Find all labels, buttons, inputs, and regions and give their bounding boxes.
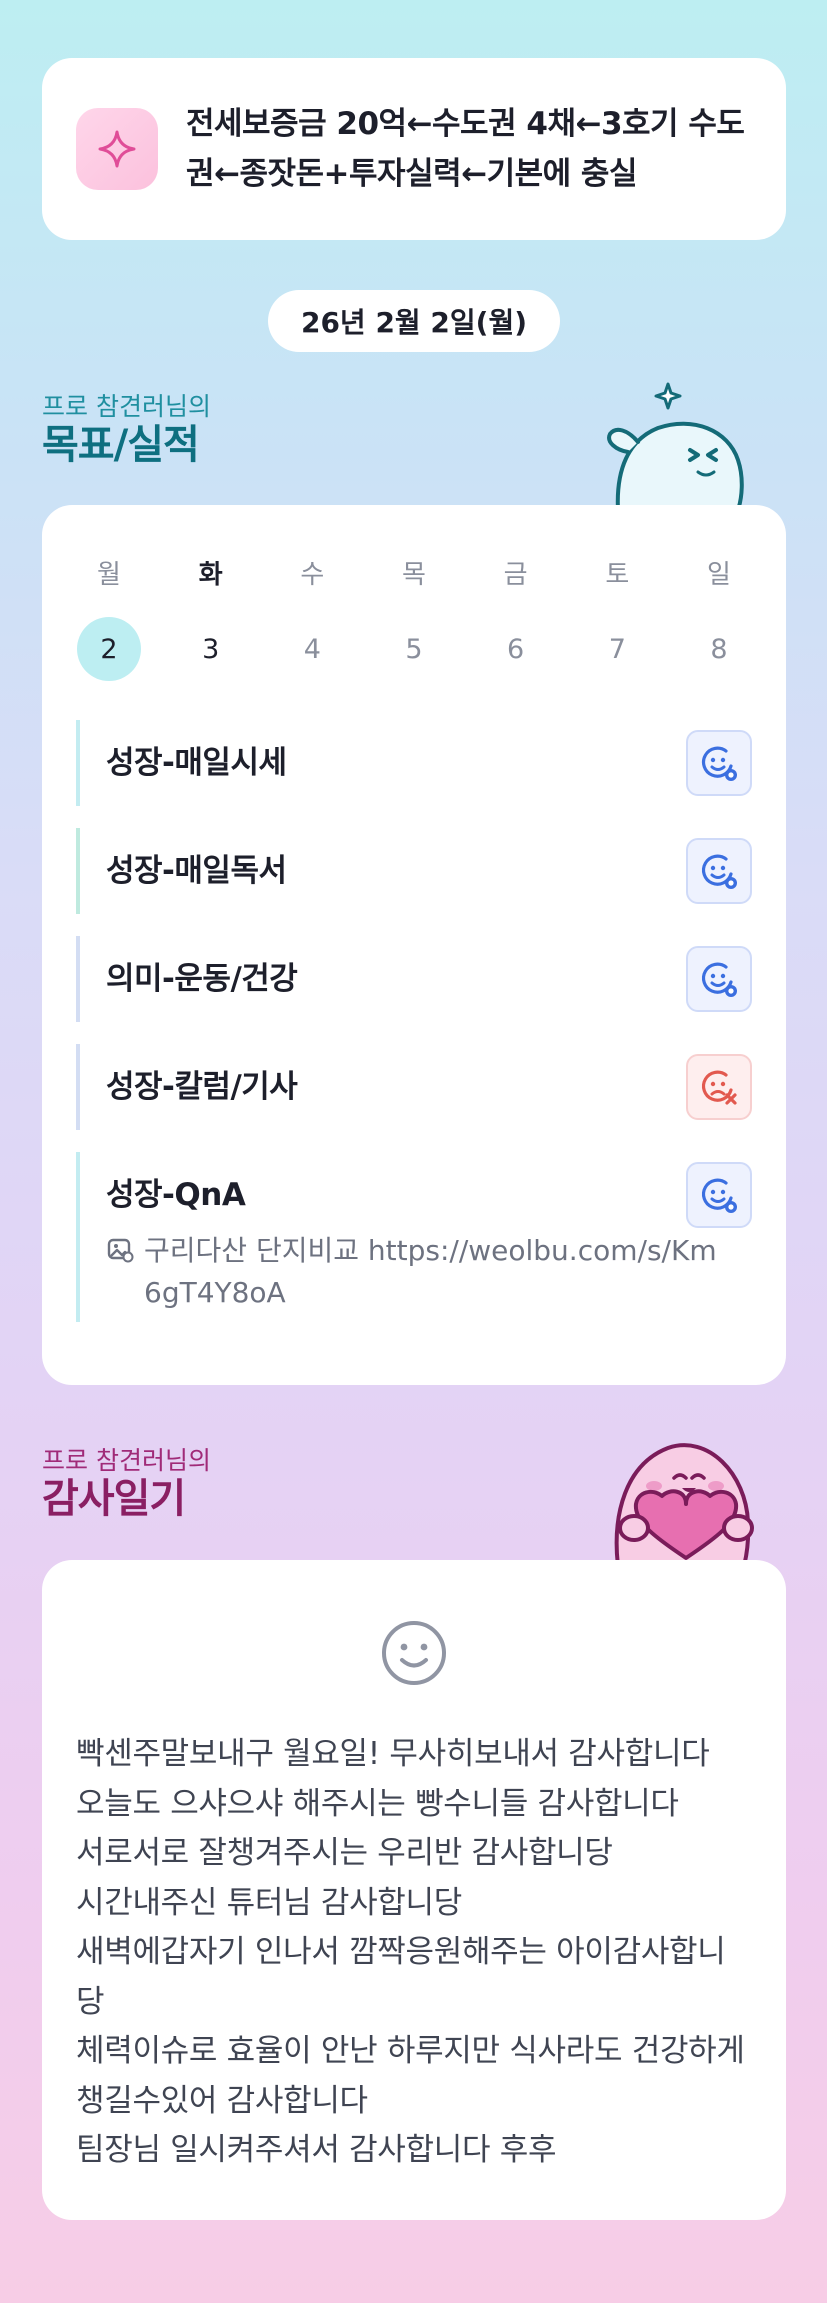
thanks-text: 빡센주말보내구 월요일! 무사히보내서 감사합니다 오늘도 으샤으샤 해주시는 … xyxy=(76,1730,752,2176)
habit-label: 성장-QnA xyxy=(106,1177,246,1213)
heart-mascot-image xyxy=(614,1443,754,1564)
week-selector: 월 2 화 3 수 4 목 5 금 6 토 7 일 8 xyxy=(76,555,752,681)
day-name: 목 xyxy=(402,560,426,590)
thanks-line: 오늘도 으샤으샤 해주시는 빵수니들 감사합니다 xyxy=(76,1785,679,1822)
day-name: 화 xyxy=(198,560,223,590)
habit-item[interactable]: 의미-운동/건강 xyxy=(76,936,752,1022)
habit-label: 성장-매일독서 xyxy=(106,853,287,889)
thanks-subtitle: 프로 참견러님의 xyxy=(42,1446,211,1475)
day-friday[interactable]: 금 6 xyxy=(483,555,549,681)
image-attachment-icon xyxy=(107,1238,134,1263)
habit-done-button[interactable] xyxy=(686,730,752,796)
thanks-line: 서로서로 잘챙겨주시는 우리반 감사합니당 xyxy=(76,1835,613,1871)
smile-check-icon xyxy=(701,854,737,889)
goal-text: 전세보증금 20억←수도권 4채←3호기 수도권←종잣돈+투자실력←기본에 충실 xyxy=(186,106,745,192)
goals-title: 목표/실적 xyxy=(42,422,200,468)
day-name: 월 xyxy=(97,560,121,590)
smile-check-icon xyxy=(701,962,737,997)
habit-note[interactable]: 구리다산 단지비교 https://weolbu.com/s/Km6gT4Y8o… xyxy=(106,1230,752,1322)
thanks-line: 체력이슈로 효율이 안난 하루지만 식사라도 건강하게챙길수있어 감사합니다 xyxy=(76,2033,745,2119)
habit-item[interactable]: 성장-매일독서 xyxy=(76,828,752,914)
habit-done-button[interactable] xyxy=(686,1162,752,1228)
habit-failed-button[interactable] xyxy=(686,1054,752,1120)
day-monday[interactable]: 월 2 xyxy=(76,555,142,681)
day-wednesday[interactable]: 수 4 xyxy=(279,555,345,681)
day-sunday[interactable]: 일 8 xyxy=(686,555,752,681)
smile-wrap xyxy=(42,1618,786,1688)
habit-note-text[interactable]: 구리다산 단지비교 https://weolbu.com/s/Km6gT4Y8o… xyxy=(144,1230,734,1314)
day-name: 토 xyxy=(605,560,630,590)
habit-item[interactable]: 성장-매일시세 xyxy=(76,720,752,806)
date-label[interactable]: 26년 2월 2일(월) xyxy=(268,290,560,352)
habit-label: 의미-운동/건강 xyxy=(106,961,298,997)
habit-done-button[interactable] xyxy=(686,838,752,904)
day-number[interactable]: 6 xyxy=(484,617,548,681)
thanks-line: 새벽에갑자기 인나서 깜짝응원해주는 아이감사합니당 xyxy=(76,1934,726,2020)
day-number[interactable]: 3 xyxy=(179,617,243,681)
habit-item[interactable]: 성장-칼럼/기사 xyxy=(76,1044,752,1130)
sparkle-icon xyxy=(76,108,158,190)
thanks-line: 시간내주신 튜터님 감사합니당 xyxy=(76,1884,462,1921)
day-name: 수 xyxy=(300,560,325,590)
thanks-section-heading: 프로 참견러님의 감사일기 xyxy=(42,1446,211,1522)
habit-label: 성장-매일시세 xyxy=(106,745,287,781)
day-number[interactable]: 7 xyxy=(585,617,649,681)
thanks-card: 빡센주말보내구 월요일! 무사히보내서 감사합니다 오늘도 으샤으샤 해주시는 … xyxy=(42,1560,786,2220)
thanks-title: 감사일기 xyxy=(42,1476,186,1522)
habit-label: 성장-칼럼/기사 xyxy=(106,1069,298,1105)
habit-done-button[interactable] xyxy=(686,946,752,1012)
day-tuesday[interactable]: 화 3 xyxy=(178,555,244,681)
goals-section-heading: 프로 참견러님의 목표/실적 xyxy=(42,392,211,468)
ghost-mascot-image xyxy=(607,382,744,508)
thanks-line: 빡센주말보내구 월요일! 무사히보내서 감사합니다 xyxy=(76,1736,710,1772)
smile-icon xyxy=(382,1621,446,1685)
thanks-line: 팀장님 일시켜주셔서 감사합니다 후후 xyxy=(76,2132,557,2168)
day-name: 일 xyxy=(706,560,731,590)
sad-x-icon xyxy=(701,1070,737,1105)
smile-check-icon xyxy=(701,1178,737,1213)
day-thursday[interactable]: 목 5 xyxy=(381,555,447,681)
day-number[interactable]: 5 xyxy=(382,617,446,681)
day-number[interactable]: 4 xyxy=(280,617,344,681)
day-name: 금 xyxy=(503,560,528,590)
smile-check-icon xyxy=(701,746,737,781)
goals-card: 월 2 화 3 수 4 목 5 금 6 토 7 일 8 성장-매일시세 성장-매… xyxy=(42,505,786,1385)
habit-item[interactable]: 성장-QnA 구리다산 단지비교 https://weolbu.com/s/Km… xyxy=(76,1152,752,1322)
goal-banner[interactable]: 전세보증금 20억←수도권 4채←3호기 수도권←종잣돈+투자실력←기본에 충실 xyxy=(42,58,786,240)
goals-subtitle: 프로 참견러님의 xyxy=(42,392,211,421)
day-number-selected[interactable]: 2 xyxy=(77,617,141,681)
day-number[interactable]: 8 xyxy=(687,617,751,681)
day-saturday[interactable]: 토 7 xyxy=(584,555,650,681)
